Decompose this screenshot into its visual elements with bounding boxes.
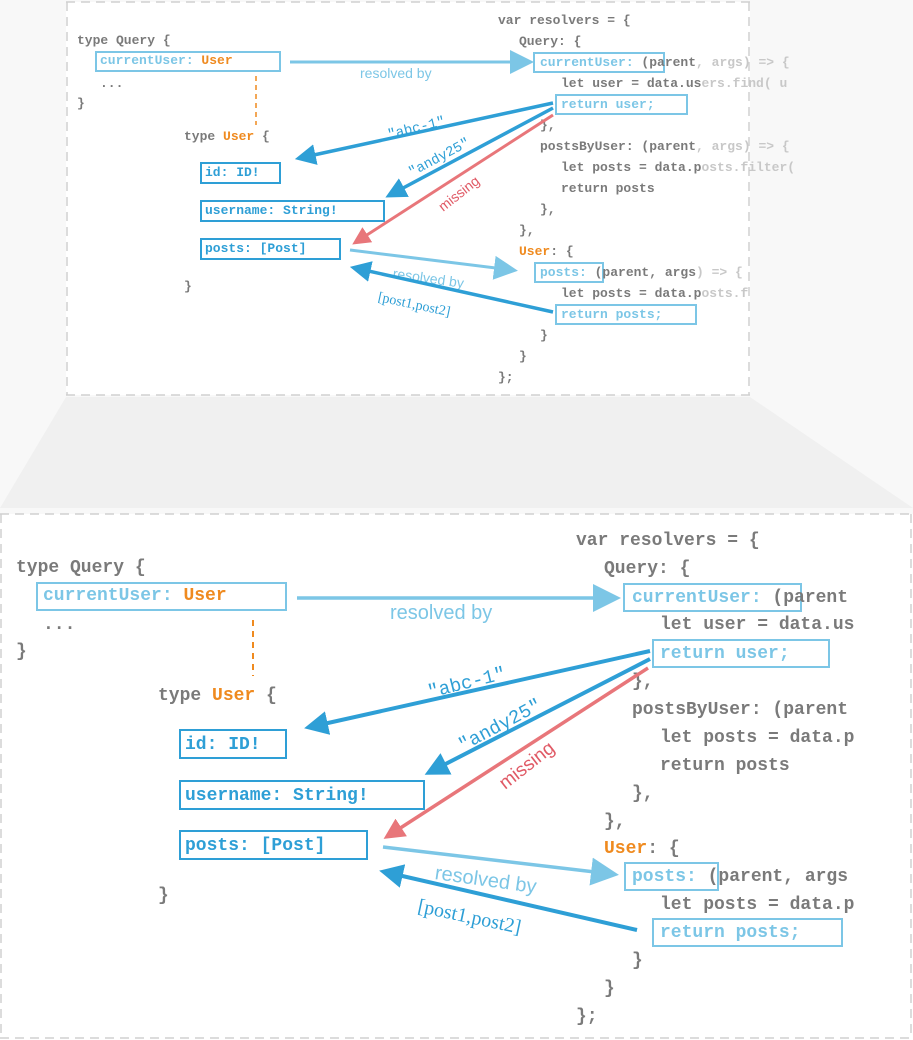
id-value-arrow: [304, 649, 651, 735]
id-value-arrow: [294, 101, 554, 165]
resolved-by-arrow-2: [349, 248, 518, 280]
resolved-by-arrow-2: [382, 845, 619, 886]
missing-arrow: [383, 666, 649, 839]
missing-arrow: [352, 113, 554, 245]
posts-value-arrow: [379, 864, 638, 932]
posts-value-arrow: [349, 261, 554, 314]
arrows: [252, 50, 651, 932]
